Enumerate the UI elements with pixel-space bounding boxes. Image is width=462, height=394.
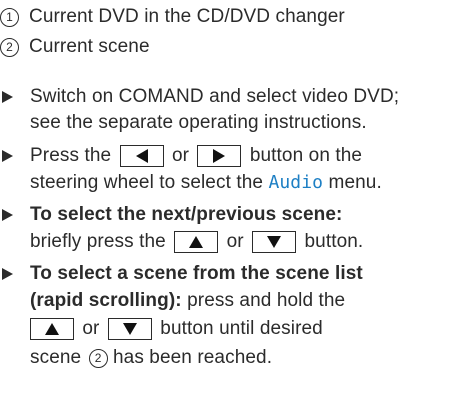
- audio-menu-label: Audio: [268, 172, 324, 193]
- step-4-line-4: scene 2 has been reached.: [30, 347, 272, 369]
- step-2-menu-text: menu.: [328, 172, 382, 193]
- step-4-line-3: or button until desired: [30, 318, 323, 340]
- steering-down-button: [252, 231, 297, 253]
- steering-up-button: [174, 231, 219, 253]
- arrow-up-icon: [45, 323, 59, 335]
- legend-text-2: Current scene: [29, 36, 150, 57]
- arrow-up-icon: [189, 236, 204, 248]
- step-2-line-1: Press the or button on the: [30, 145, 362, 167]
- step-2-press-text: Press the: [30, 145, 112, 166]
- step-4-subheading: (rapid scrolling):: [30, 290, 182, 311]
- arrow-left-icon: [135, 149, 148, 163]
- step-4-until-text: button until desired: [160, 318, 323, 339]
- steering-down-button: [107, 318, 152, 340]
- step-4-or-text: or: [82, 318, 100, 339]
- legend-text-1: Current DVD in the CD/DVD changer: [29, 6, 345, 27]
- step-2-bullet-icon: [2, 150, 13, 162]
- step-2-or-text: or: [171, 145, 190, 166]
- step-4-reached-text: has been reached.: [112, 347, 273, 368]
- instruction-page: 1 Current DVD in the CD/DVD changer 2 Curr…: [0, 0, 462, 394]
- step-3-bullet-icon: [2, 209, 13, 221]
- arrow-right-icon: [213, 149, 226, 163]
- step-2-button-text: button on the: [249, 145, 363, 166]
- step-1-line-1: Switch on COMAND and select video DVD;: [30, 86, 400, 107]
- step-1-bullet-icon: [2, 91, 13, 103]
- arrow-down-icon: [122, 323, 137, 335]
- step-4-heading: To select a scene from the scene list: [30, 263, 363, 284]
- steering-up-button: [30, 318, 74, 340]
- steering-right-button: [197, 145, 242, 167]
- legend-item-1: 1 Current DVD in the CD/DVD changer: [0, 6, 345, 28]
- step-4-line-2: (rapid scrolling): press and hold the: [30, 290, 345, 312]
- legend-number-1: 1: [0, 8, 19, 27]
- step-2-line-2: steering wheel to select the Audio menu.: [30, 172, 382, 194]
- step-3-button-text: button.: [304, 231, 364, 252]
- step-2-steering-text: steering wheel to select the: [30, 172, 264, 193]
- step-3-line-2: briefly press the or button.: [30, 231, 363, 253]
- step-3-heading: To select the next/previous scene:: [30, 204, 343, 225]
- step-4-bullet-icon: [2, 268, 13, 280]
- scene-number-marker: 2: [88, 349, 108, 368]
- step-4-hold-text: press and hold the: [187, 290, 346, 311]
- step-3-briefly-text: briefly press the: [30, 231, 166, 252]
- step-3-or-text: or: [226, 231, 244, 252]
- legend-item-2: 2 Current scene: [0, 36, 150, 58]
- steering-left-button: [119, 145, 164, 167]
- step-1-line-2: see the separate operating instructions.: [30, 112, 367, 133]
- arrow-down-icon: [267, 236, 282, 248]
- legend-number-2: 2: [0, 38, 19, 57]
- step-4-scene-text: scene: [30, 347, 82, 368]
